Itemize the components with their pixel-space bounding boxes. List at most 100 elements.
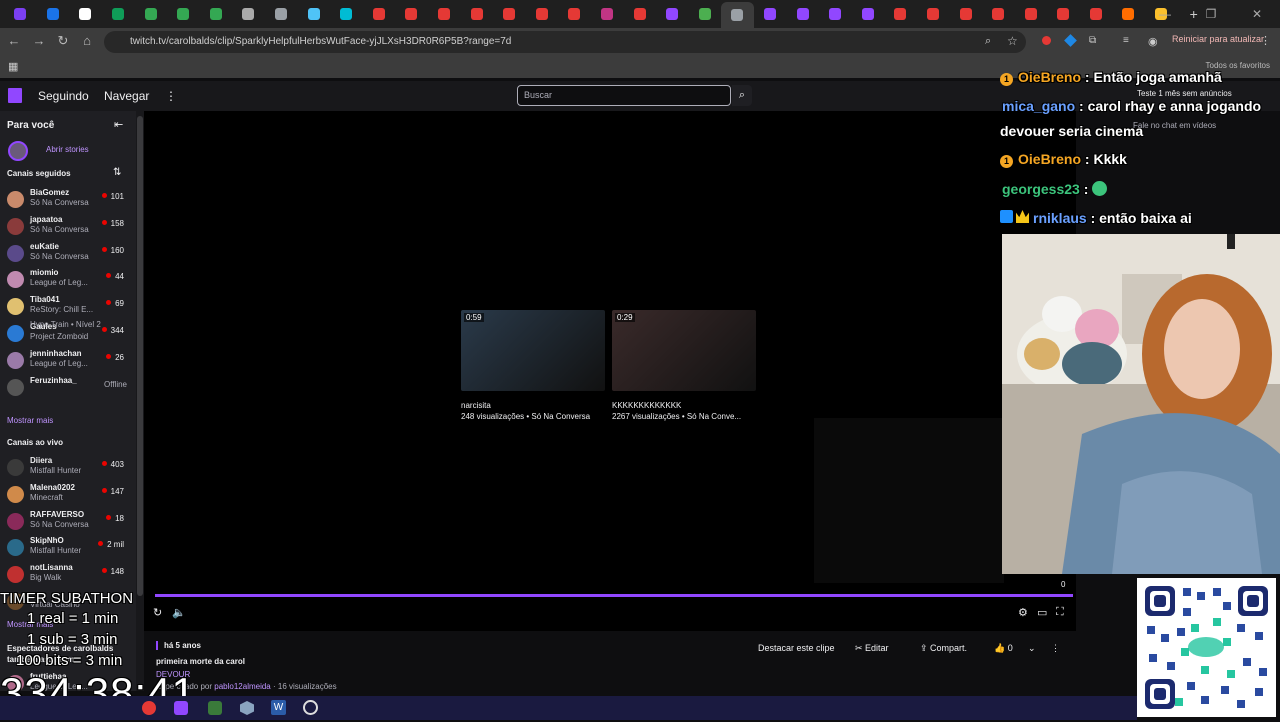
browser-tab[interactable] [167,3,200,25]
browser-tab[interactable] [493,3,526,25]
browser-tab[interactable] [460,3,493,25]
browser-tab[interactable] [4,3,37,25]
profile-icon[interactable]: ◉ [1148,35,1158,48]
browser-tab[interactable] [526,3,559,25]
minimize-icon[interactable]: — [1142,0,1188,28]
sidebar-channel[interactable]: jenninhachan League of Leg... 26 [0,347,136,373]
browser-tab[interactable] [1047,3,1080,25]
recommended-clip[interactable]: 0:29 KKKKKKKKKKKKK 2267 visualizações • Só… [612,310,756,421]
chat-username[interactable]: rniklaus [1033,210,1087,226]
clip-author-link[interactable]: pablo12almeida [214,682,271,691]
more-options-icon[interactable]: ⋮ [1051,643,1060,654]
chevron-down-icon[interactable]: ⌄ [1028,643,1036,654]
back-icon[interactable]: ← [5,33,23,48]
twitch-taskbar-icon[interactable] [174,701,188,715]
collapse-sidebar-icon[interactable]: ⇤ [114,118,123,131]
share-button[interactable]: ⇪ Compart. [920,643,967,654]
apps-grid-icon[interactable]: ▦ [8,60,18,73]
extension-icon[interactable] [1042,36,1051,45]
search-button[interactable]: ⌕ [732,85,752,106]
stories-avatar[interactable] [8,141,28,161]
forward-icon[interactable]: → [30,33,48,48]
sidebar-channel[interactable]: notLisanna Big Walk 148 [0,561,136,587]
browser-tab[interactable] [1014,3,1047,25]
sidebar-channel[interactable]: japaatoa Só Na Conversa 158 [0,213,136,239]
sidebar-scrollbar[interactable] [136,111,144,691]
menu-kebab-icon[interactable]: ⋮ [1260,34,1271,47]
word-taskbar-icon[interactable]: W [271,700,286,715]
sidebar-channel[interactable]: Diiera Mistfall Hunter 403 [0,454,136,480]
chat-username[interactable]: OieBreno [1018,69,1081,85]
scrollbar-thumb[interactable] [137,116,143,596]
sidebar-channel[interactable]: Feruzinhaa_ Offline [0,374,136,400]
theatre-mode-icon[interactable]: ▭ [1037,606,1047,619]
browser-tab[interactable] [591,3,624,25]
reading-list-icon[interactable]: ≡ [1123,35,1129,46]
volume-icon[interactable]: 🔈 [172,606,186,619]
browser-tab[interactable] [558,3,591,25]
open-stories-link[interactable]: Abrir stories [46,145,89,154]
browser-tab[interactable] [1080,3,1113,25]
browser-tab[interactable] [786,3,819,25]
browser-tab[interactable] [297,3,330,25]
edit-button[interactable]: ✂ Editar [855,643,889,654]
browser-tab[interactable] [688,3,721,25]
settings-gear-icon[interactable]: ⚙ [1018,606,1028,619]
browser-tab[interactable] [69,3,102,25]
browser-tab[interactable] [851,3,884,25]
browser-tab[interactable] [917,3,950,25]
extensions-puzzle-icon[interactable]: ⧉ [1089,35,1096,46]
ad-free-trial-link[interactable]: Teste 1 mês sem anúncios [1137,89,1232,98]
sidebar-channel[interactable]: miomio League of Leg... 44 [0,266,136,292]
twitch-logo-icon[interactable] [8,88,22,103]
sidebar-channel[interactable]: BiaGomez Só Na Conversa 101 [0,186,136,212]
browser-tab[interactable] [623,3,656,25]
sort-icon[interactable]: ⇅ [113,167,121,178]
maximize-icon[interactable]: ❐ [1188,0,1234,28]
browser-tab[interactable] [363,3,396,25]
browser-taskbar-icon[interactable] [142,701,156,715]
browser-tab[interactable] [232,3,265,25]
highlight-clip-button[interactable]: Destacar este clipe [758,643,835,653]
browser-tab[interactable] [721,2,754,28]
chat-username[interactable]: mica_gano [1002,98,1075,114]
reload-icon[interactable]: ↻ [54,33,72,49]
replay-icon[interactable]: ↻ [153,606,162,619]
browser-tab[interactable] [37,3,70,25]
browser-tab[interactable] [265,3,298,25]
browser-tab[interactable] [884,3,917,25]
app-taskbar-icon[interactable] [208,701,222,715]
sidebar-channel[interactable]: Malena0202 Minecraft 147 [0,481,136,507]
url-text[interactable]: twitch.tv/carolbalds/clip/SparklyHelpful… [130,36,511,47]
like-button[interactable]: 👍 0 [994,643,1013,654]
bookmark-star-icon[interactable]: ☆ [1007,34,1018,48]
sidebar-channel[interactable]: euKatie Só Na Conversa 160 [0,240,136,266]
close-window-icon[interactable]: ✕ [1234,0,1280,28]
fullscreen-icon[interactable]: ⛶ [1056,606,1064,619]
browser-tab[interactable] [656,3,689,25]
home-icon[interactable]: ⌂ [78,33,96,48]
seek-bar[interactable] [155,594,1073,597]
chat-username[interactable]: georgess23 [1002,181,1080,197]
nav-following[interactable]: Seguindo [38,89,89,103]
sidebar-channel[interactable]: SkipNhO Mistfall Hunter 2 mil [0,534,136,560]
browser-tab[interactable] [428,3,461,25]
update-button[interactable]: Reiniciar para atualizar [1172,34,1264,44]
browser-tab[interactable] [982,3,1015,25]
browser-tab[interactable] [134,3,167,25]
obs-taskbar-icon[interactable] [303,700,318,715]
browser-tab[interactable] [200,3,233,25]
recommended-clip[interactable]: 0:59 narcisita 248 visualizações • Só Na C… [461,310,605,421]
browser-tab[interactable] [102,3,135,25]
show-more-followed[interactable]: Mostrar mais [7,416,53,425]
browser-tab[interactable] [754,3,787,25]
chat-username[interactable]: OieBreno [1018,151,1081,167]
zoom-icon[interactable]: ⌕ [985,35,991,48]
browser-tab[interactable] [395,3,428,25]
browser-tab[interactable] [1112,3,1145,25]
security-taskbar-icon[interactable] [240,701,254,715]
nav-more-icon[interactable]: ⋮ [165,89,177,103]
nav-browse[interactable]: Navegar [104,89,149,103]
sidebar-channel[interactable]: Tiba041 ReStory: Chill E... 69 [0,293,136,319]
browser-tab[interactable] [330,3,363,25]
